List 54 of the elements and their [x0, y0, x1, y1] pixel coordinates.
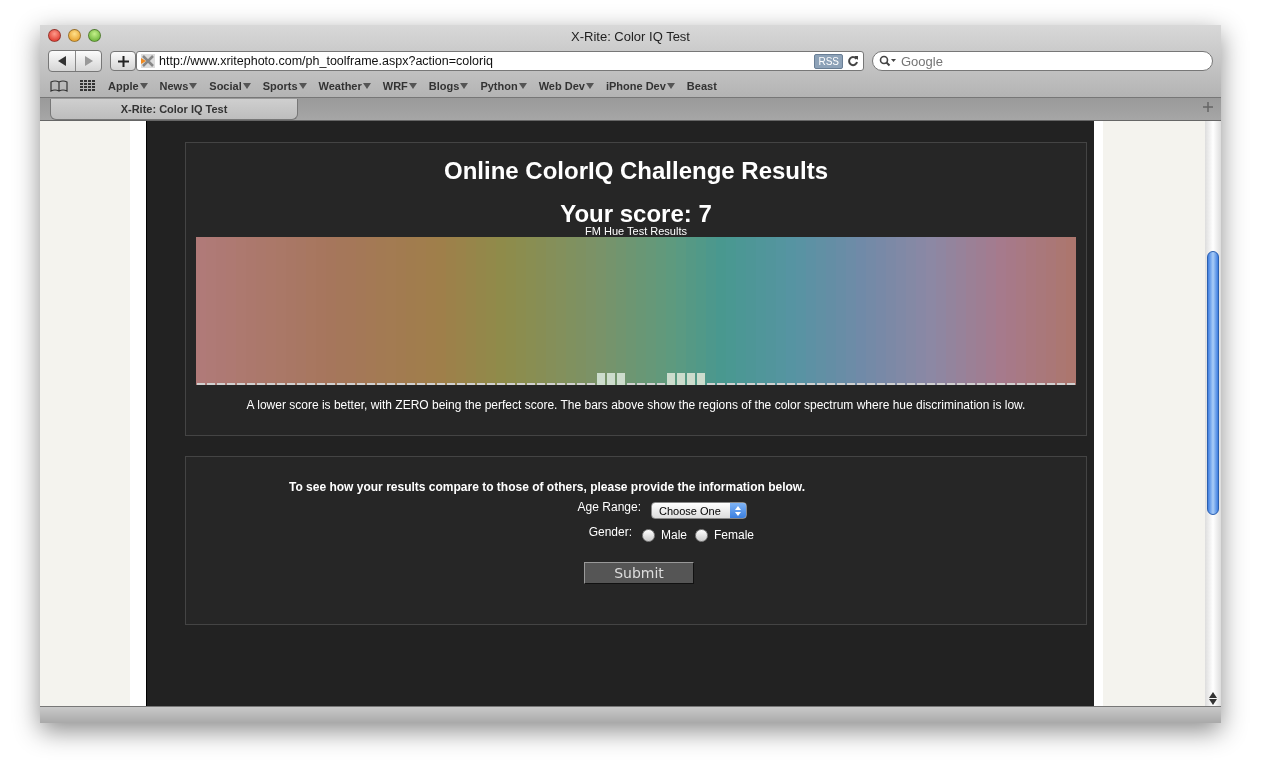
form-intro: To see how your results compare to those of others, please provide the information below.	[289, 480, 806, 494]
search-input[interactable]: Google	[901, 53, 1206, 69]
hue-error-bar	[607, 373, 615, 385]
add-bookmark-button[interactable]	[110, 51, 136, 71]
up-down-arrows-icon	[735, 505, 741, 516]
gender-option-label: Male	[661, 528, 687, 542]
plus-icon	[117, 55, 129, 67]
chart-title: FM Hue Test Results	[585, 226, 687, 237]
hue-error-bar	[697, 373, 705, 385]
scroll-up-icon[interactable]	[1209, 692, 1217, 699]
bookmark-item[interactable]: Web Dev	[538, 80, 594, 92]
age-range-select[interactable]: Choose One	[651, 502, 747, 519]
minimize-button[interactable]	[68, 29, 81, 42]
back-forward-buttons[interactable]	[48, 50, 102, 72]
reload-icon[interactable]	[847, 55, 859, 67]
hue-error-bar	[597, 373, 605, 385]
bookmark-item[interactable]: Blogs	[428, 80, 469, 92]
bookmark-item[interactable]: Python	[480, 80, 527, 92]
hue-error-bar	[687, 373, 695, 385]
search-icon	[879, 55, 897, 67]
zoom-button[interactable]	[88, 29, 101, 42]
gender-label: Gender:	[587, 525, 632, 539]
hue-error-bar	[617, 373, 625, 385]
bookmark-item[interactable]: WRF	[382, 80, 417, 92]
scroll-thumb[interactable]	[1207, 251, 1219, 515]
gender-radio[interactable]	[695, 528, 708, 542]
gender-radio[interactable]	[642, 528, 655, 542]
window-title: X-Rite: Color IQ Test	[571, 28, 690, 44]
results-heading: Online ColorIQ Challenge Results	[443, 157, 829, 185]
bookmark-item[interactable]: Apple	[108, 80, 148, 92]
score-note: A lower score is better, with ZERO being the perfect score. The bars above show the regions of the color spectrum where hue discrimination is low.	[246, 398, 1026, 412]
back-icon	[57, 56, 67, 66]
bookmark-item[interactable]: News	[159, 80, 198, 92]
grid-icon[interactable]	[80, 80, 96, 92]
gender-option-label: Female	[714, 528, 754, 542]
forward-icon	[83, 56, 94, 66]
bookmark-item[interactable]: Sports	[262, 80, 307, 92]
site-favicon-icon	[141, 54, 155, 68]
score-text: Your score: 7	[560, 202, 712, 226]
bookmark-item[interactable]: Beast	[686, 80, 717, 92]
age-range-label: Age Range:	[576, 500, 641, 514]
bookmark-item[interactable]: iPhone Dev	[605, 80, 675, 92]
vertical-scrollbar[interactable]	[1205, 121, 1221, 706]
hue-error-bar	[677, 373, 685, 385]
bookmarks-book-icon[interactable]	[50, 80, 68, 92]
browser-tab[interactable]: X-Rite: Color IQ Test	[50, 99, 298, 120]
hue-error-bar	[667, 373, 675, 385]
bookmark-item[interactable]: Social	[209, 80, 251, 92]
url-text: http://www.xritephoto.com/ph_toolframe.aspx?action=coloriq	[159, 54, 494, 68]
submit-button[interactable]: Submit	[584, 562, 694, 584]
address-field[interactable]: http://www.xritephoto.com/ph_toolframe.aspx?action=coloriq RSS	[136, 51, 864, 71]
close-button[interactable]	[48, 29, 61, 42]
bookmark-item[interactable]: Weather	[318, 80, 371, 92]
search-field[interactable]: Google	[872, 51, 1213, 71]
